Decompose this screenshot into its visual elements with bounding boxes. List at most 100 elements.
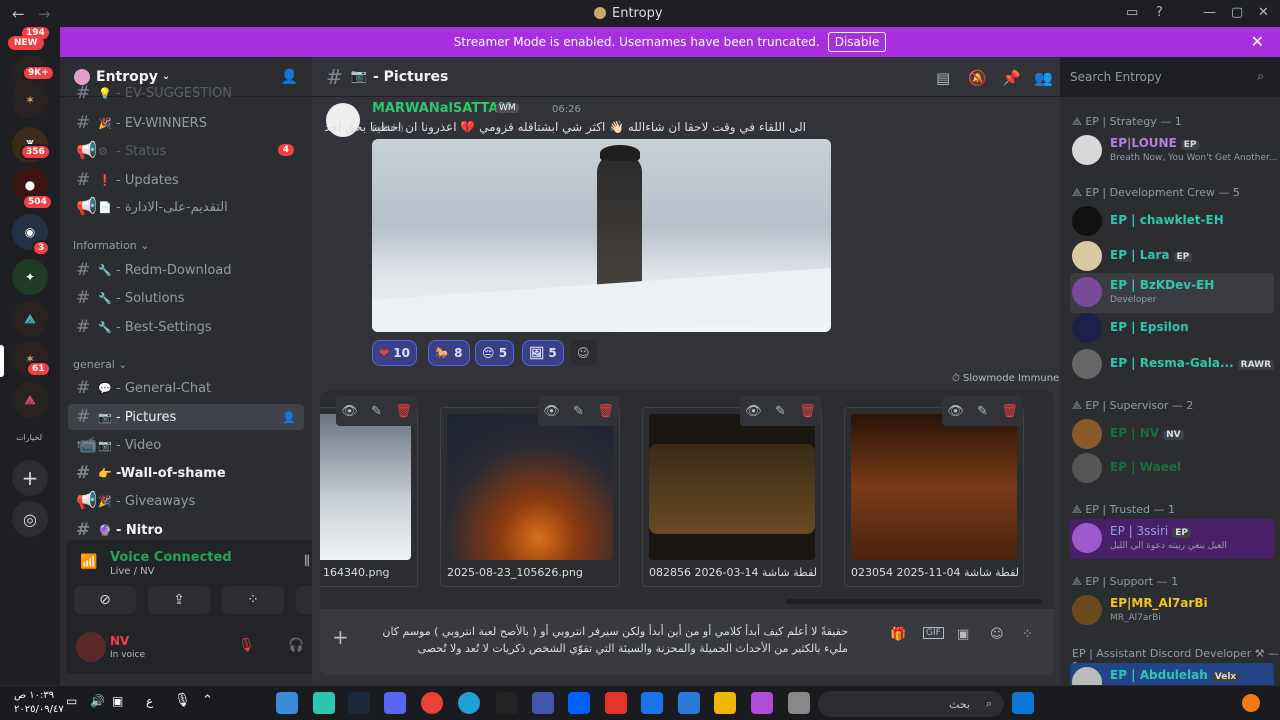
app-icon[interactable]: [276, 692, 298, 714]
gift-icon[interactable]: 🎁: [890, 627, 906, 642]
voice-status[interactable]: Voice Connected: [110, 550, 232, 565]
message-image[interactable]: [372, 139, 831, 332]
disable-button[interactable]: Disable: [827, 32, 887, 52]
member-list-icon[interactable]: 👥: [1034, 69, 1053, 87]
message-composer[interactable]: + حقيقةً لا أعلم كيف أبدأ كلامي أو من أي…: [320, 609, 1054, 675]
language-indicator[interactable]: ع: [146, 694, 153, 708]
attachment-card[interactable]: 2025-08-23_105626.png 👁 ✎ 🗑: [440, 396, 620, 587]
start-button[interactable]: [1012, 692, 1034, 714]
minimize-button[interactable]: —: [1203, 5, 1216, 20]
headphones-icon[interactable]: 🎧: [288, 638, 304, 653]
member-item[interactable]: EP | Waeel: [1070, 449, 1274, 489]
dropbox-icon[interactable]: [568, 692, 590, 714]
member-item[interactable]: EP | chawklet-EH: [1070, 202, 1274, 242]
file-explorer-icon[interactable]: [714, 692, 736, 714]
reaction[interactable]: 🐎 8: [428, 340, 470, 366]
attachment-card[interactable]: لقطة شاشة 04-11-2025 023054.png 👁 ✎ 🗑: [844, 396, 1024, 587]
channel-item[interactable]: 📢 🎉 - Giveaways: [68, 488, 304, 514]
mic-icon[interactable]: 🎙: [174, 693, 191, 708]
invite-icon[interactable]: 👤: [281, 69, 298, 85]
close-window-button[interactable]: ✕: [1258, 5, 1269, 20]
channel-item[interactable]: # 💬 - General-Chat: [68, 375, 304, 401]
battery-icon[interactable]: ▭: [66, 694, 77, 708]
volume-icon[interactable]: 🔊: [90, 694, 105, 708]
member-item[interactable]: EP | Lara EP: [1070, 237, 1274, 277]
member-item[interactable]: EP | Epsilon: [1070, 309, 1274, 349]
channel-item-pictures[interactable]: # 📷 - Pictures 👤: [68, 404, 304, 430]
server-icon[interactable]: ✦: [12, 259, 48, 295]
apps-icon[interactable]: ⁘: [1022, 627, 1033, 642]
upload-plus-icon[interactable]: +: [332, 625, 349, 649]
channel-item[interactable]: # 🔧 - Solutions: [68, 285, 304, 311]
chevron-up-icon[interactable]: ⌃: [202, 693, 213, 708]
add-reaction-button[interactable]: ☺: [570, 340, 597, 366]
voice-channel[interactable]: Live / NV: [110, 566, 154, 577]
notifications-icon[interactable]: 🔕: [968, 69, 987, 87]
mute-icon[interactable]: 🎙: [238, 638, 255, 653]
forward-arrow-icon[interactable]: →: [38, 5, 51, 23]
discord-icon[interactable]: [384, 692, 406, 714]
maximize-button[interactable]: ▢: [1231, 5, 1243, 20]
inbox-icon[interactable]: ▭: [1126, 5, 1138, 20]
channel-item[interactable]: # 🔧 - Redm-Download: [68, 257, 304, 283]
camera-off-button[interactable]: ⊘: [74, 586, 136, 614]
member-item[interactable]: EP | BzKDev-EH Developer: [1070, 273, 1274, 313]
app-icon[interactable]: [532, 692, 554, 714]
chrome-icon[interactable]: [421, 692, 443, 714]
task-view-icon[interactable]: [788, 692, 810, 714]
threads-icon[interactable]: ▤: [936, 69, 950, 87]
app-icon[interactable]: [605, 692, 627, 714]
attachment-card[interactable]: 164340.png 👁 ✎ 🗑: [320, 396, 418, 587]
member-item[interactable]: EP | Resma-Gala... RAWR: [1070, 345, 1275, 385]
member-item[interactable]: EP|MR_Al7arBi MR_Al7arBi: [1070, 591, 1274, 631]
store-icon[interactable]: [678, 692, 700, 714]
member-item[interactable]: EP | 3ssiri EP العيل يبغي ربيته دعوة الي ا…: [1070, 519, 1274, 559]
activities-button[interactable]: ⁘: [222, 586, 284, 614]
server-icon[interactable]: ✶: [12, 82, 48, 118]
soundboard-icon[interactable]: ⫼: [304, 554, 310, 569]
channel-item[interactable]: # ❗ - Updates: [68, 167, 304, 193]
add-server-icon[interactable]: +: [12, 460, 48, 496]
channel-item[interactable]: # 🎉 - EV-WINNERS: [68, 110, 304, 136]
screen-share-button[interactable]: ⇪: [148, 586, 210, 614]
channel-item[interactable]: 📢 ⚙ - Status 4: [68, 138, 304, 164]
scrollbar[interactable]: [786, 599, 1042, 604]
avatar[interactable]: [76, 632, 106, 662]
member-item[interactable]: EP | Abdulelah Velx: [1070, 663, 1274, 685]
channel-item[interactable]: # 🔧 - Best-Settings: [68, 314, 304, 340]
discover-icon[interactable]: ◎: [12, 501, 48, 537]
gif-icon[interactable]: GIF: [923, 627, 944, 639]
message-input[interactable]: حقيقةً لا أعلم كيف أبدأ كلامي أو من أين …: [380, 623, 848, 657]
message-author[interactable]: MARWANalSATTAM: [372, 101, 511, 116]
network-icon[interactable]: ▣: [112, 694, 123, 708]
search-input[interactable]: Search Entropy ⌕: [1062, 66, 1272, 90]
category-information[interactable]: Information ⌄: [73, 239, 149, 252]
clock[interactable]: ١٠:٣٩ ص ٢٠٢٥/٠٩/٤٧: [14, 689, 64, 717]
channel-item[interactable]: 📹 📷 - Video: [68, 432, 304, 458]
channel-item[interactable]: # 💡 - EV-SUGGESTION: [68, 85, 304, 101]
channel-item[interactable]: 📢 📄 - التقديم-على-الادارة: [68, 194, 304, 220]
pin-icon[interactable]: 📌: [1002, 69, 1021, 87]
emoji-icon[interactable]: ☺: [990, 627, 1004, 642]
reaction[interactable]: 😔 5: [475, 340, 515, 366]
help-icon[interactable]: ?: [1156, 5, 1163, 20]
attachment-card[interactable]: لقطة شاشة 14-03-2026 082856.png 👁 ✎ 🗑: [642, 396, 822, 587]
taskbar-search[interactable]: بحث ⌕: [818, 691, 1004, 717]
reaction[interactable]: ❤ 10: [372, 340, 417, 366]
epic-games-icon[interactable]: [496, 692, 518, 714]
close-icon[interactable]: ✕: [1251, 32, 1264, 51]
sticker-icon[interactable]: ▣: [957, 627, 969, 642]
channel-item[interactable]: # 👉 -Wall-of-shame: [68, 460, 304, 486]
app-icon[interactable]: [313, 692, 335, 714]
member-item[interactable]: EP|LOUNE EP Breath Now, You Won't Get Ano…: [1070, 131, 1277, 171]
category-general[interactable]: general ⌄: [73, 358, 128, 371]
copilot-icon[interactable]: [751, 692, 773, 714]
reaction[interactable]: 🖼 5: [522, 340, 564, 366]
edge-icon[interactable]: [458, 692, 480, 714]
server-icon[interactable]: ⟁: [12, 301, 48, 337]
back-arrow-icon[interactable]: ←: [12, 5, 25, 23]
signal-icon[interactable]: 📶: [80, 554, 97, 570]
server-icon[interactable]: ⟁: [12, 382, 48, 418]
user-name[interactable]: NV: [110, 634, 129, 648]
steam-icon[interactable]: [348, 692, 370, 714]
